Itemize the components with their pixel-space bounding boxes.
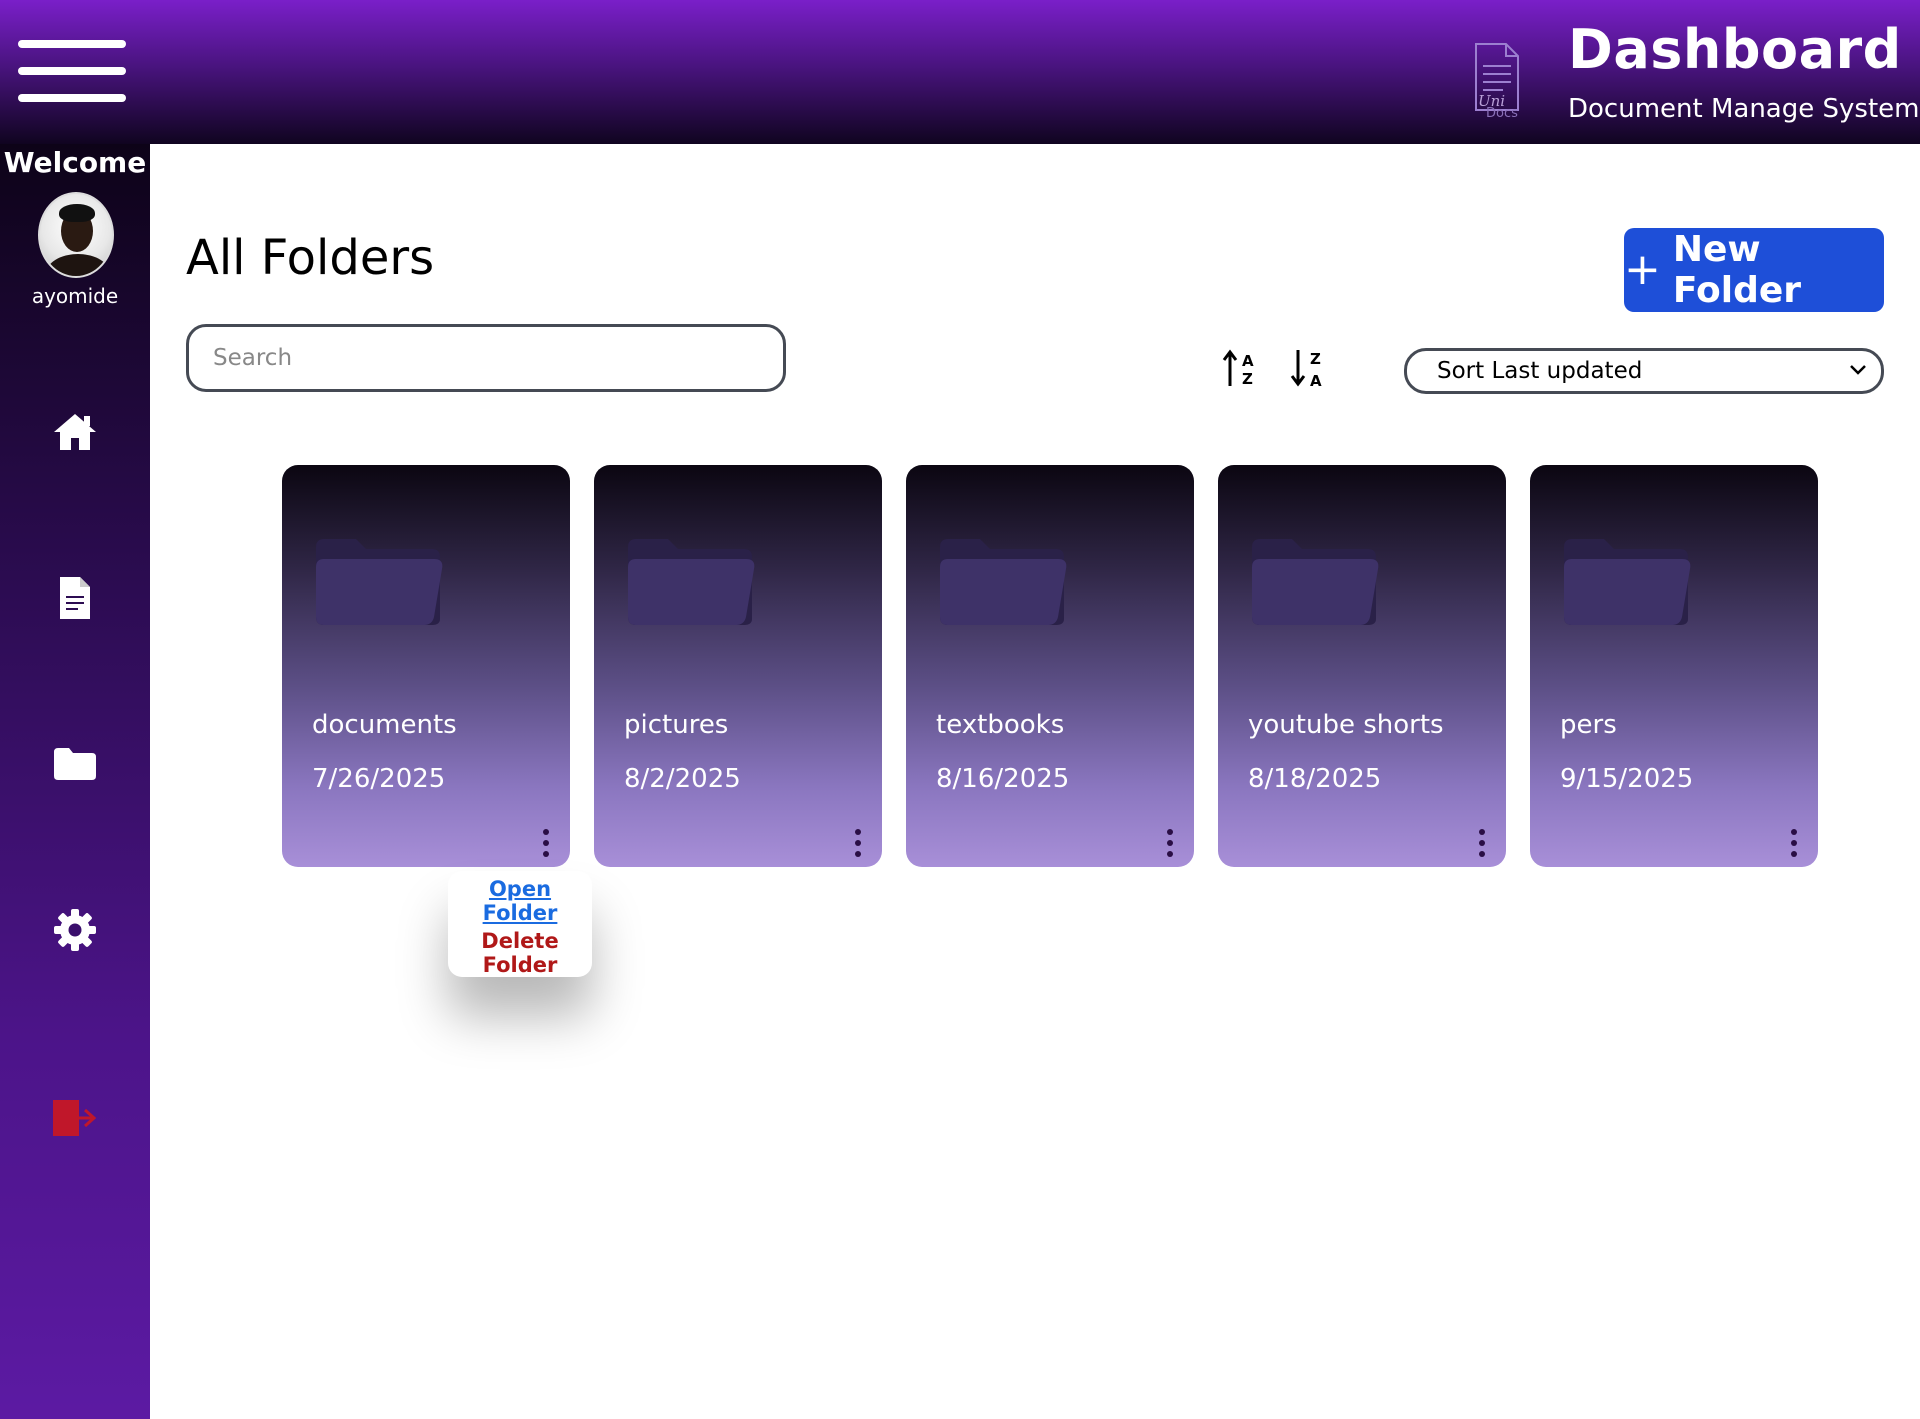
- folder-date: 7/26/2025: [312, 764, 446, 794]
- folder-name: youtube shorts: [1248, 710, 1444, 740]
- sort-a-z-icon[interactable]: A Z: [1222, 346, 1262, 390]
- svg-text:A: A: [1242, 352, 1254, 370]
- chevron-down-icon: [1850, 365, 1866, 375]
- folder-card[interactable]: youtube shorts 8/18/2025: [1218, 465, 1506, 867]
- folder-name: pictures: [624, 710, 729, 740]
- sidebar-item-logout[interactable]: [51, 1094, 99, 1142]
- logo-text-docs: Docs: [1486, 106, 1518, 121]
- folder-icon: [54, 748, 96, 780]
- more-options-icon[interactable]: [1784, 825, 1804, 861]
- home-icon: [54, 414, 96, 450]
- new-folder-button[interactable]: + New Folder: [1624, 228, 1884, 312]
- sort-select-value: Sort Last updated: [1437, 358, 1643, 384]
- sidebar: Welcome ayomide: [0, 144, 150, 1419]
- folder-name: pers: [1560, 710, 1617, 740]
- sort-z-a-icon[interactable]: Z A: [1290, 346, 1330, 390]
- page-header-title: Dashboard: [1568, 18, 1902, 81]
- folder-card[interactable]: textbooks 8/16/2025: [906, 465, 1194, 867]
- folder-name: textbooks: [936, 710, 1065, 740]
- welcome-label: Welcome: [3, 146, 147, 179]
- delete-folder-button[interactable]: Delete Folder: [448, 929, 592, 977]
- sidebar-item-folders[interactable]: [51, 740, 99, 788]
- folder-icon: [628, 539, 755, 625]
- folder-icon: [1252, 539, 1379, 625]
- folder-date: 8/16/2025: [936, 764, 1070, 794]
- folder-icon: [940, 539, 1067, 625]
- sidebar-item-home[interactable]: [51, 408, 99, 456]
- folder-context-menu: Open Folder Delete Folder: [448, 871, 592, 977]
- new-folder-label: New Folder: [1672, 229, 1802, 311]
- folder-card[interactable]: pers 9/15/2025: [1530, 465, 1818, 867]
- page-header-subtitle: Document Manage System: [1568, 94, 1920, 124]
- folder-icon: [316, 539, 443, 625]
- more-options-icon[interactable]: [848, 825, 868, 861]
- username: ayomide: [31, 284, 119, 308]
- avatar[interactable]: [38, 192, 114, 278]
- folder-date: 8/2/2025: [624, 764, 741, 794]
- document-icon: [60, 577, 90, 619]
- plus-icon: +: [1624, 244, 1661, 295]
- search-input[interactable]: [186, 324, 786, 392]
- folder-card[interactable]: pictures 8/2/2025: [594, 465, 882, 867]
- folder-date: 9/15/2025: [1560, 764, 1694, 794]
- header-bar: Uni Docs Dashboard Document Manage Syste…: [0, 0, 1920, 144]
- page-title: All Folders: [186, 230, 435, 286]
- svg-text:A: A: [1310, 372, 1322, 390]
- hamburger-icon[interactable]: [18, 40, 126, 104]
- sort-select[interactable]: Sort Last updated: [1404, 348, 1884, 394]
- folder-card[interactable]: documents 7/26/2025: [282, 465, 570, 867]
- open-folder-link[interactable]: Open Folder: [448, 877, 592, 925]
- folder-icon: [1564, 539, 1691, 625]
- gear-icon: [54, 909, 96, 951]
- more-options-icon[interactable]: [1472, 825, 1492, 861]
- logout-icon: [53, 1100, 97, 1136]
- svg-text:Z: Z: [1242, 370, 1253, 388]
- folder-name: documents: [312, 710, 457, 740]
- more-options-icon[interactable]: [1160, 825, 1180, 861]
- sidebar-item-settings[interactable]: [51, 906, 99, 954]
- folder-date: 8/18/2025: [1248, 764, 1382, 794]
- sidebar-item-documents[interactable]: [51, 574, 99, 622]
- svg-text:Z: Z: [1310, 350, 1321, 368]
- more-options-icon[interactable]: [536, 825, 556, 861]
